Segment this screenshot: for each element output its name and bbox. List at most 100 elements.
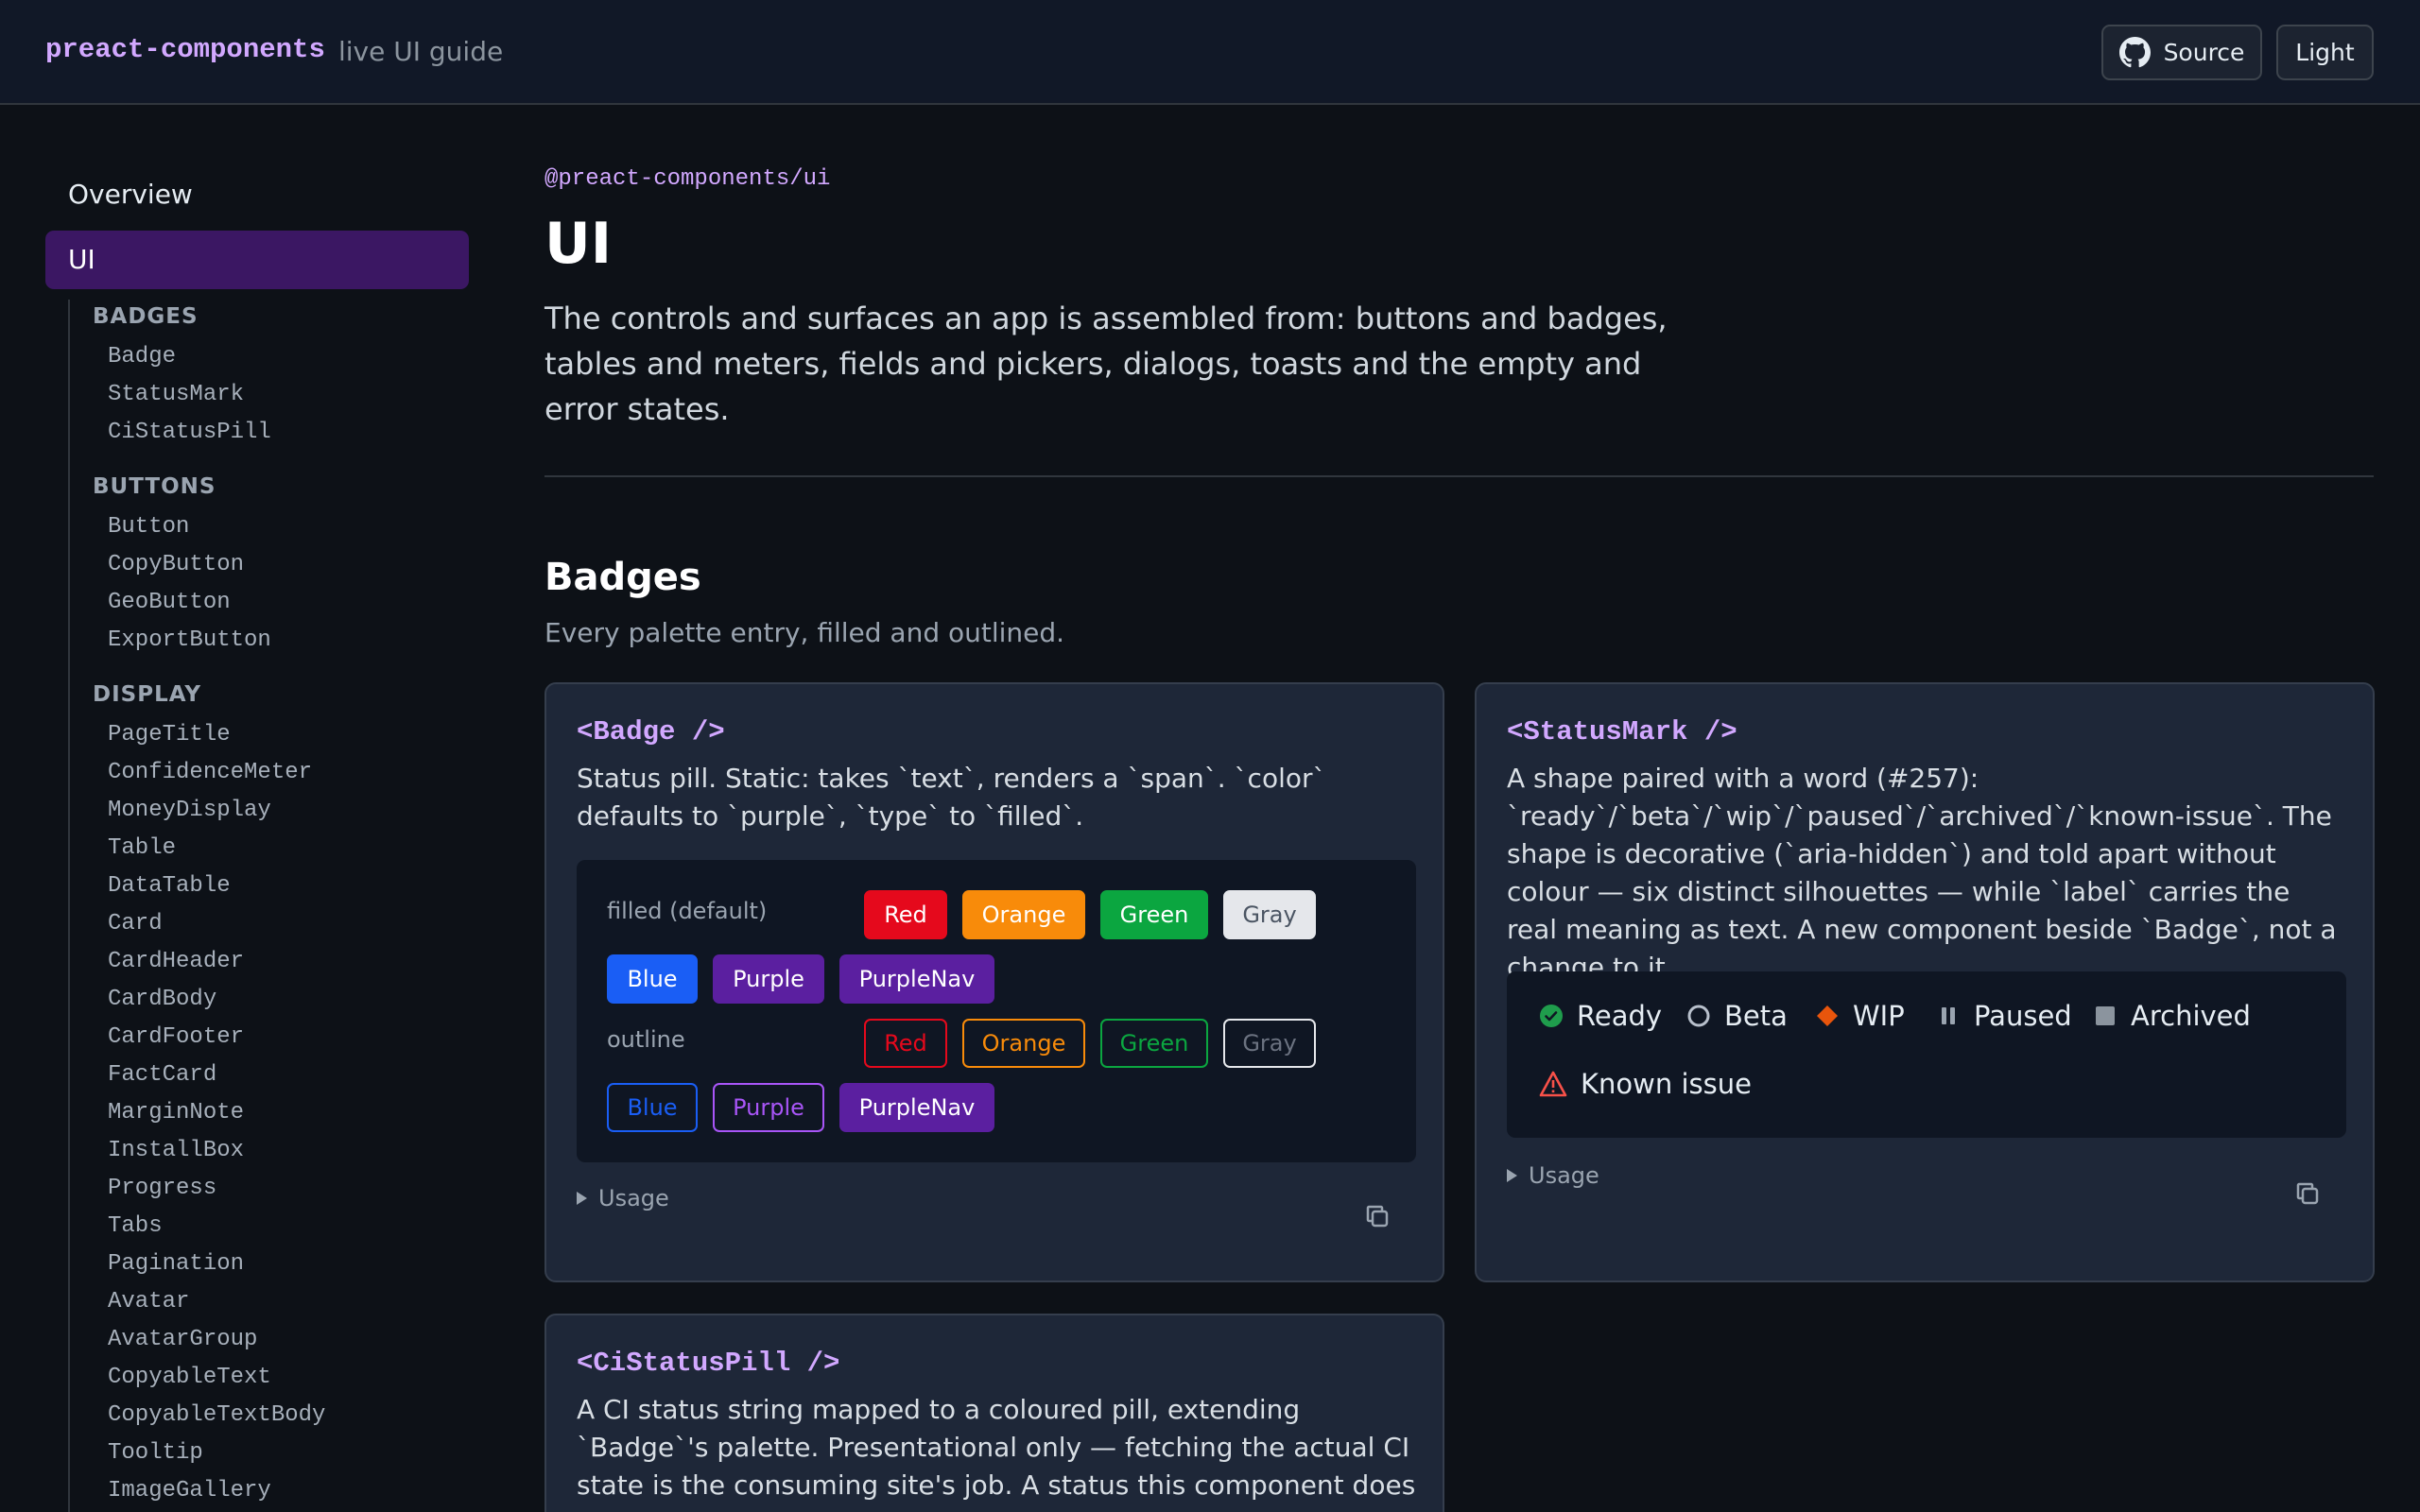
sidebar-item-cardfooter[interactable]: CardFooter	[108, 1024, 244, 1050]
sidebar-item-ui-label: UI	[68, 244, 95, 275]
package-name: @preact-components/ui	[544, 166, 831, 192]
page-title: UI	[544, 211, 613, 277]
sidebar-item-tooltip[interactable]: Tooltip	[108, 1440, 203, 1466]
statusmark-demo: Ready Beta WIP Paused Archived Known iss…	[1507, 971, 2346, 1138]
sidebar-item-cardbody[interactable]: CardBody	[108, 987, 216, 1012]
copy-icon[interactable]	[2293, 1179, 2322, 1208]
card-title: <Badge />	[577, 716, 725, 747]
sidebar-item-imagegallery[interactable]: ImageGallery	[108, 1478, 271, 1503]
filled-row-label: filled (default)	[607, 898, 768, 924]
section-title-badges: Badges	[544, 556, 701, 599]
badge-outline-purplenav: PurpleNav	[839, 1083, 994, 1132]
badge-filled-purplenav: PurpleNav	[839, 954, 994, 1004]
check-circle-icon	[1540, 1005, 1563, 1027]
badge-outline-orange: Orange	[962, 1019, 1085, 1068]
warning-triangle-icon	[1539, 1071, 1567, 1097]
status-beta-label: Beta	[1724, 1000, 1788, 1032]
disclosure-triangle-icon	[577, 1192, 587, 1205]
badge-card: <Badge /> Status pill. Static: takes `te…	[544, 682, 1444, 1282]
card-title: <CiStatusPill />	[577, 1348, 840, 1379]
tagline: live UI guide	[338, 36, 504, 67]
card-description: Status pill. Static: takes `text`, rende…	[577, 763, 1326, 832]
square-icon	[2096, 1006, 2115, 1025]
source-label: Source	[2163, 39, 2245, 66]
card-title: <StatusMark />	[1507, 716, 1737, 747]
badge-filled-orange: Orange	[962, 890, 1085, 939]
status-ready-label: Ready	[1577, 1000, 1663, 1032]
sidebar-item-copybutton[interactable]: CopyButton	[108, 552, 244, 577]
usage-toggle[interactable]: Usage	[577, 1185, 669, 1211]
usage-label: Usage	[598, 1185, 669, 1211]
sidebar-item-pagination[interactable]: Pagination	[108, 1251, 244, 1277]
status-wip-label: WIP	[1853, 1000, 1905, 1032]
badge-outline-purple: Purple	[713, 1083, 824, 1132]
sidebar-group-badges: BADGES	[93, 304, 199, 329]
cistatuspill-card: <CiStatusPill /> A CI status string mapp…	[544, 1314, 1444, 1512]
status-paused-label: Paused	[1974, 1000, 2072, 1032]
card-description: A shape paired with a word (#257): `read…	[1507, 763, 2337, 983]
usage-label: Usage	[1529, 1162, 1599, 1189]
divider	[544, 475, 2374, 477]
outline-row-label: outline	[607, 1026, 685, 1053]
sidebar-item-cistatuspill[interactable]: CiStatusPill	[108, 420, 271, 445]
sidebar-item-moneydisplay[interactable]: MoneyDisplay	[108, 798, 271, 823]
sidebar-item-statusmark[interactable]: StatusMark	[108, 382, 244, 407]
sidebar-item-pagetitle[interactable]: PageTitle	[108, 722, 231, 747]
status-archived: Archived	[2093, 1000, 2251, 1032]
badge-outline-blue: Blue	[607, 1083, 698, 1132]
sidebar-item-ui[interactable]: UI	[45, 231, 469, 289]
sidebar-item-card[interactable]: Card	[108, 911, 163, 936]
status-ready: Ready	[1539, 1000, 1662, 1032]
sidebar-item-tabs[interactable]: Tabs	[108, 1213, 163, 1239]
badge-filled-green: Green	[1100, 890, 1208, 939]
hollow-circle-icon	[1687, 1005, 1710, 1027]
status-paused: Paused	[1936, 1000, 2072, 1032]
sidebar-item-installbox[interactable]: InstallBox	[108, 1138, 244, 1163]
sidebar-group-buttons: BUTTONS	[93, 474, 216, 499]
badge-filled-red: Red	[864, 890, 947, 939]
badge-demo: filled (default) Red Orange Green Gray B…	[577, 860, 1416, 1162]
badge-outline-gray: Gray	[1223, 1019, 1316, 1068]
sidebar-item-confidencemeter[interactable]: ConfidenceMeter	[108, 760, 312, 785]
badge-filled-purple: Purple	[713, 954, 824, 1004]
theme-toggle-button[interactable]: Light	[2276, 25, 2374, 80]
sidebar-item-button[interactable]: Button	[108, 514, 189, 540]
card-description: A CI status string mapped to a coloured …	[577, 1394, 1416, 1512]
status-known-issue-label: Known issue	[1581, 1068, 1752, 1100]
sidebar-rail	[68, 300, 70, 1512]
page-description: The controls and surfaces an app is asse…	[544, 301, 1668, 427]
sidebar-item-copyabletextbody[interactable]: CopyableTextBody	[108, 1402, 325, 1428]
theme-toggle-label: Light	[2295, 39, 2355, 66]
sidebar-item-overview[interactable]: Overview	[68, 179, 193, 210]
status-archived-label: Archived	[2131, 1000, 2251, 1032]
sidebar-group-display: DISPLAY	[93, 682, 201, 707]
copy-icon[interactable]	[1363, 1202, 1392, 1230]
pause-icon	[1942, 1007, 1955, 1024]
sidebar-item-progress[interactable]: Progress	[108, 1176, 216, 1201]
sidebar-item-table[interactable]: Table	[108, 835, 176, 861]
statusmark-card: <StatusMark /> A shape paired with a wor…	[1475, 682, 2375, 1282]
sidebar-item-copyabletext[interactable]: CopyableText	[108, 1365, 271, 1390]
sidebar-item-avatar[interactable]: Avatar	[108, 1289, 189, 1314]
status-known-issue: Known issue	[1539, 1068, 1752, 1100]
sidebar-item-datatable[interactable]: DataTable	[108, 873, 231, 899]
sidebar-item-exportbutton[interactable]: ExportButton	[108, 627, 271, 653]
status-beta: Beta	[1686, 1000, 1788, 1032]
usage-toggle[interactable]: Usage	[1507, 1162, 1599, 1189]
sidebar-item-geobutton[interactable]: GeoButton	[108, 590, 231, 615]
diamond-icon	[1817, 1005, 1838, 1026]
badge-outline-red: Red	[864, 1019, 947, 1068]
status-wip: WIP	[1815, 1000, 1905, 1032]
badge-filled-gray: Gray	[1223, 890, 1316, 939]
badge-outline-green: Green	[1100, 1019, 1208, 1068]
sidebar-item-factcard[interactable]: FactCard	[108, 1062, 216, 1088]
section-subtitle: Every palette entry, filled and outlined…	[544, 617, 1065, 648]
brand-link[interactable]: preact-components	[45, 34, 325, 65]
sidebar-item-cardheader[interactable]: CardHeader	[108, 949, 244, 974]
badge-filled-blue: Blue	[607, 954, 698, 1004]
sidebar-item-avatargroup[interactable]: AvatarGroup	[108, 1327, 257, 1352]
source-button[interactable]: Source	[2101, 25, 2262, 80]
sidebar-item-marginnote[interactable]: MarginNote	[108, 1100, 244, 1125]
sidebar: Overview UI BADGES Badge StatusMark CiSt…	[0, 107, 492, 1512]
sidebar-item-badge[interactable]: Badge	[108, 344, 176, 369]
